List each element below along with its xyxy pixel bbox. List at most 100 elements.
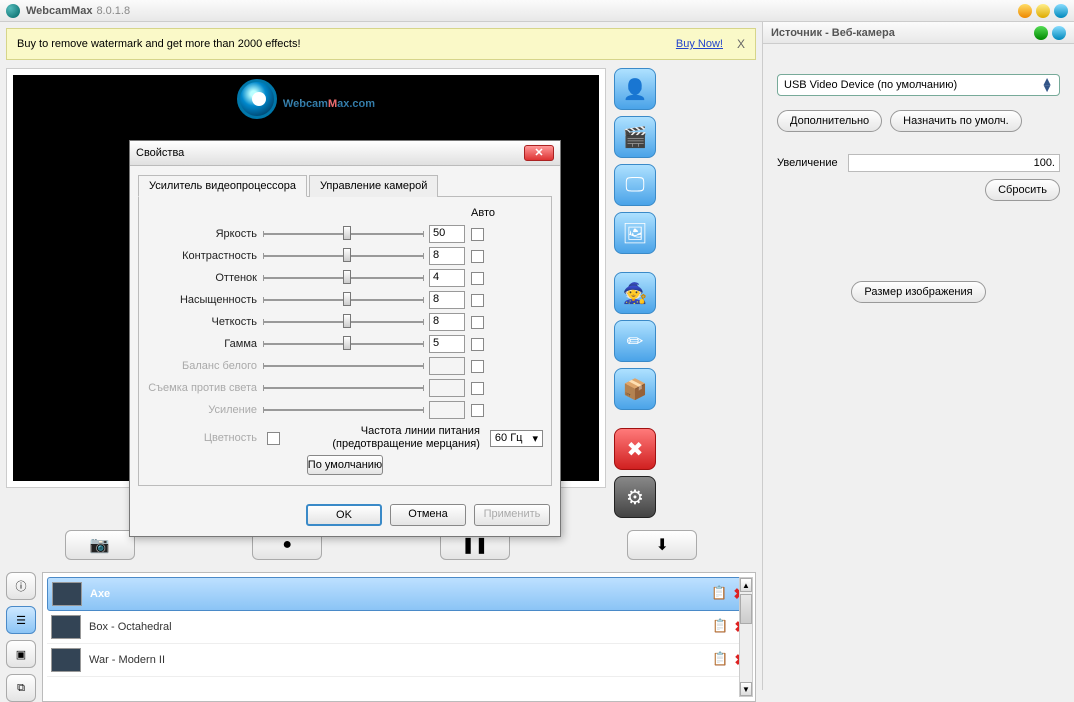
auto-checkbox[interactable] (471, 316, 484, 329)
slider-thumb[interactable] (343, 226, 351, 240)
effect-item[interactable]: Axe 📋 ✖ (47, 577, 751, 611)
effects-draw-icon[interactable]: ✏ (614, 320, 656, 362)
zoom-input[interactable] (848, 154, 1060, 172)
prop-label: Баланс белого (147, 360, 257, 372)
snapshot-button[interactable]: 📷 (65, 530, 135, 560)
clipboard-icon[interactable]: 📋 (712, 651, 728, 669)
app-name: WebcamMax (26, 5, 92, 17)
effect-scrollbar[interactable]: ▲ ▼ (739, 577, 753, 697)
apply-button[interactable]: Применить (474, 504, 550, 526)
device-select[interactable]: USB Video Device (по умолчанию) ▲▼ (777, 74, 1060, 96)
effect-list: Axe 📋 ✖ Box - Octahedral 📋 ✖ War - Moder… (42, 572, 756, 702)
ok-button[interactable]: OK (306, 504, 382, 526)
tab-list-icon[interactable]: ☰ (6, 606, 36, 634)
titlebar-button-3[interactable] (1054, 4, 1068, 18)
buy-now-link[interactable]: Buy Now! (676, 38, 723, 50)
prop-slider[interactable] (263, 291, 423, 309)
auto-checkbox[interactable] (471, 294, 484, 307)
image-size-button[interactable]: Размер изображения (851, 281, 985, 303)
brand-eye-icon (237, 79, 277, 119)
slider-thumb[interactable] (343, 336, 351, 350)
cancel-button-icon[interactable]: ✖ (614, 428, 656, 470)
slider-thumb[interactable] (343, 314, 351, 328)
prop-value[interactable]: 8 (429, 247, 465, 265)
prop-label: Контрастность (147, 250, 257, 262)
prop-slider (263, 379, 423, 397)
source-video-icon[interactable]: 🎬 (614, 116, 656, 158)
prop-slider[interactable] (263, 313, 423, 331)
tab-video-proc[interactable]: Усилитель видеопроцессора (138, 175, 307, 197)
auto-checkbox[interactable] (471, 250, 484, 263)
titlebar-button-1[interactable] (1018, 4, 1032, 18)
prop-value[interactable]: 5 (429, 335, 465, 353)
tab-film-icon[interactable]: ⧉ (6, 674, 36, 702)
scroll-up-icon[interactable]: ▲ (740, 578, 752, 592)
dialog-close-icon[interactable]: ✕ (524, 145, 554, 161)
reset-button[interactable]: Сбросить (985, 179, 1060, 201)
source-person-icon[interactable]: 👤 (614, 68, 656, 110)
titlebar-button-2[interactable] (1036, 4, 1050, 18)
set-default-button[interactable]: Назначить по умолч. (890, 110, 1022, 132)
auto-checkbox[interactable] (471, 404, 484, 417)
right-panel-title: Источник - Веб-камера (763, 22, 1074, 44)
select-arrows-icon: ▲▼ (1041, 78, 1053, 92)
effect-name: Axe (90, 588, 703, 600)
scroll-down-icon[interactable]: ▼ (740, 682, 752, 696)
source-screen-icon[interactable]: 🖵 (614, 164, 656, 206)
default-button[interactable]: По умолчанию (307, 455, 383, 475)
zoom-label: Увеличение (777, 157, 838, 169)
prop-value (429, 379, 465, 397)
color-checkbox[interactable] (267, 432, 280, 445)
source-picture-icon[interactable]: 🖼 (614, 212, 656, 254)
clipboard-icon[interactable]: 📋 (711, 585, 727, 603)
tab-frame-icon[interactable]: ▣ (6, 640, 36, 668)
prop-value[interactable]: 8 (429, 313, 465, 331)
download-button[interactable]: ⬇ (627, 530, 697, 560)
prop-label: Насыщенность (147, 294, 257, 306)
promo-close-icon[interactable]: X (737, 37, 745, 51)
properties-dialog: Свойства ✕ Усилитель видеопроцессора Упр… (129, 140, 561, 537)
effect-thumb (52, 582, 82, 606)
effect-item[interactable]: Box - Octahedral 📋 ✖ (47, 611, 751, 644)
tab-info-icon[interactable]: ⓘ (6, 572, 36, 600)
freq-label: Частота линии питания (предотвращение ме… (294, 425, 480, 451)
auto-checkbox[interactable] (471, 272, 484, 285)
effects-package-icon[interactable]: 📦 (614, 368, 656, 410)
prop-label: Съемка против света (147, 382, 257, 394)
slider-thumb[interactable] (343, 292, 351, 306)
effect-category-tabs: ⓘ ☰ ▣ ⧉ (6, 572, 36, 702)
prop-slider (263, 401, 423, 419)
auto-checkbox[interactable] (471, 228, 484, 241)
settings-gear-icon[interactable]: ⚙ (614, 476, 656, 518)
prop-value[interactable]: 50 (429, 225, 465, 243)
freq-select[interactable]: 60 Гц▾ (490, 430, 543, 447)
prop-slider[interactable] (263, 247, 423, 265)
prop-slider[interactable] (263, 335, 423, 353)
prop-value[interactable]: 8 (429, 291, 465, 309)
prop-slider[interactable] (263, 225, 423, 243)
effect-item[interactable]: War - Modern II 📋 ✖ (47, 644, 751, 677)
brand-banner: WebcamMax.com (13, 79, 599, 119)
prop-slider (263, 357, 423, 375)
cancel-button[interactable]: Отмена (390, 504, 466, 526)
auto-checkbox[interactable] (471, 360, 484, 373)
auto-header: Авто (471, 207, 489, 219)
effects-wizard-icon[interactable]: 🧙 (614, 272, 656, 314)
scroll-thumb[interactable] (740, 594, 752, 624)
prop-label: Гамма (147, 338, 257, 350)
slider-thumb[interactable] (343, 248, 351, 262)
clipboard-icon[interactable]: 📋 (712, 618, 728, 636)
auto-checkbox[interactable] (471, 338, 484, 351)
auto-checkbox[interactable] (471, 382, 484, 395)
rp-icon-2[interactable] (1052, 26, 1066, 40)
color-label: Цветность (147, 432, 257, 444)
advanced-button[interactable]: Дополнительно (777, 110, 882, 132)
rp-icon-1[interactable] (1034, 26, 1048, 40)
prop-value[interactable]: 4 (429, 269, 465, 287)
tab-camera-control[interactable]: Управление камерой (309, 175, 438, 197)
app-version: 8.0.1.8 (96, 5, 130, 17)
slider-thumb[interactable] (343, 270, 351, 284)
effect-thumb (51, 648, 81, 672)
prop-slider[interactable] (263, 269, 423, 287)
dialog-titlebar[interactable]: Свойства ✕ (130, 141, 560, 166)
